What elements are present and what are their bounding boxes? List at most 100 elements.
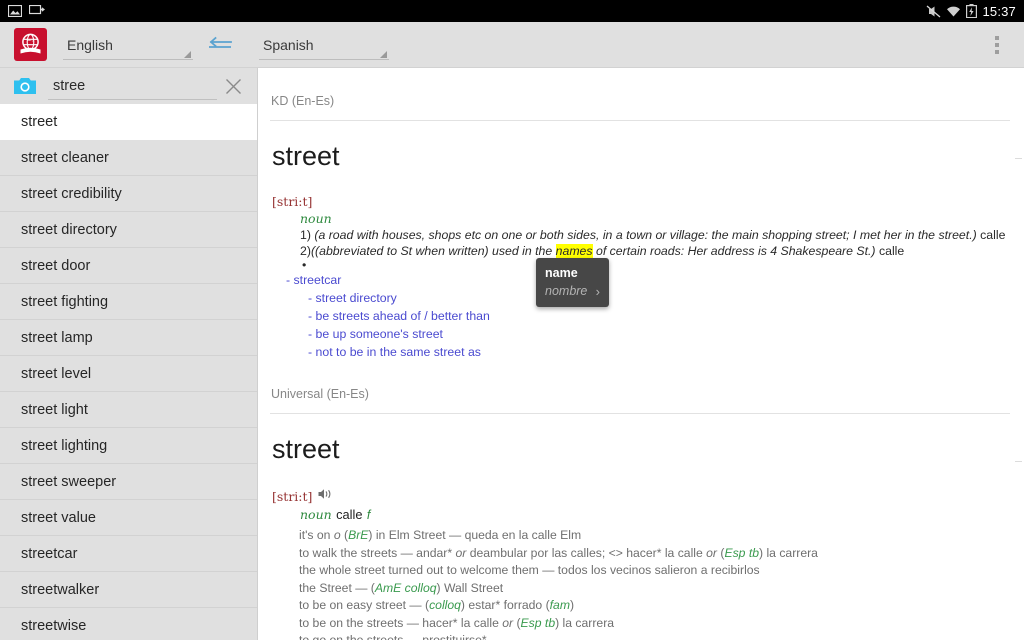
- list-item-label: streetwalker: [21, 582, 99, 598]
- cross-reference-link[interactable]: - streetcar: [270, 271, 1010, 289]
- swap-languages-button[interactable]: [203, 28, 237, 62]
- example-item: to go on the streets — prostituirse*: [299, 632, 1010, 640]
- target-language-label: Spanish: [259, 37, 314, 53]
- sidebar: stree street street cleaner street credibi…: [0, 68, 258, 640]
- divider: [270, 413, 1010, 414]
- dictionary-entry-universal: Universal (En-Es) street [stri:t] noun c…: [270, 361, 1010, 640]
- list-item-label: street sweeper: [21, 474, 116, 490]
- sense-bullet: •: [286, 259, 1010, 271]
- sense-definition: (a road with houses, shops etc on one or…: [314, 228, 976, 242]
- list-item[interactable]: street value: [0, 500, 257, 536]
- word-translation-popup[interactable]: name nombre ›: [536, 258, 609, 307]
- target-language-underline: [259, 59, 389, 60]
- list-item-label: street level: [21, 366, 91, 382]
- list-item[interactable]: streetcar: [0, 536, 257, 572]
- scroll-tick: [1015, 158, 1022, 159]
- sense-translation: calle: [980, 228, 1005, 242]
- pronunciation-row: [stri:t]: [270, 194, 1010, 209]
- swap-arrows-icon: [207, 36, 233, 54]
- chevron-right-icon[interactable]: ›: [596, 284, 600, 299]
- clear-search-button[interactable]: [219, 72, 247, 100]
- popup-translation-row[interactable]: nombre ›: [545, 283, 600, 299]
- list-item[interactable]: streetwalker: [0, 572, 257, 608]
- phonetic-transcription: [stri:t]: [272, 489, 312, 504]
- list-item[interactable]: street: [0, 104, 257, 140]
- wifi-icon: [946, 5, 961, 18]
- list-item-label: streetwise: [21, 618, 86, 634]
- list-item-label: streetcar: [21, 546, 77, 562]
- cross-reference-link[interactable]: - not to be in the same street as: [270, 343, 1010, 361]
- dictionary-title: KD (En-Es): [270, 94, 1010, 108]
- translation-text: calle: [336, 507, 362, 522]
- list-item[interactable]: street level: [0, 356, 257, 392]
- popup-translation: nombre: [545, 283, 587, 299]
- example-item: to be on easy street — (colloq) estar* f…: [299, 597, 1010, 615]
- list-item[interactable]: street lighting: [0, 428, 257, 464]
- search-bar: stree: [0, 68, 257, 104]
- part-of-speech-label: noun: [300, 211, 332, 226]
- detail-pane[interactable]: KD (En-Es) street [stri:t] noun 1) (a ro…: [258, 68, 1024, 640]
- cross-reference-link[interactable]: - be up someone's street: [270, 325, 1010, 343]
- cross-reference-link[interactable]: - street directory: [270, 289, 1010, 307]
- list-item-label: street light: [21, 402, 88, 418]
- search-input[interactable]: stree: [48, 71, 217, 101]
- workspace: stree street street cleaner street credibi…: [0, 68, 1024, 640]
- divider: [270, 120, 1010, 121]
- part-of-speech: noun: [286, 210, 1010, 228]
- message-icon: [29, 5, 45, 17]
- list-item-label: street lamp: [21, 330, 93, 346]
- list-item[interactable]: street credibility: [0, 176, 257, 212]
- sense-definition-part-a: ((abbreviated to St when written) used i…: [311, 244, 556, 258]
- list-item[interactable]: street door: [0, 248, 257, 284]
- example-item: the whole street turned out to welcome t…: [299, 562, 1010, 580]
- suggestion-list[interactable]: street street cleaner street credibility st…: [0, 104, 257, 640]
- sense-definition-part-b: of certain roads: Her address is 4 Shake…: [593, 244, 876, 258]
- vibrate-muted-icon: [926, 5, 941, 18]
- target-language-select[interactable]: Spanish: [259, 28, 389, 62]
- entry-headword: street: [270, 141, 1010, 172]
- list-item-label: street credibility: [21, 186, 122, 202]
- highlighted-word[interactable]: names: [556, 244, 593, 258]
- cross-reference-link[interactable]: - be streets ahead of / better than: [270, 307, 1010, 325]
- list-item[interactable]: street light: [0, 392, 257, 428]
- overflow-menu-button[interactable]: [980, 25, 1014, 65]
- search-input-value: stree: [48, 78, 85, 94]
- sense-number: 2): [300, 244, 311, 258]
- sense-item: 1) (a road with houses, shops etc on one…: [286, 228, 1010, 244]
- sense-number: 1): [300, 228, 311, 242]
- camera-button[interactable]: [10, 73, 40, 99]
- list-item-label: street lighting: [21, 438, 107, 454]
- app-logo-icon[interactable]: [14, 28, 47, 61]
- example-item: the Street — (AmE colloq) Wall Street: [299, 580, 1010, 598]
- camera-icon: [14, 77, 36, 95]
- android-status-bar: 15:37: [0, 0, 1024, 22]
- pronunciation-row: [stri:t]: [270, 487, 1010, 505]
- example-list: it's on o (BrE) in Elm Street — queda en…: [270, 527, 1010, 640]
- source-language-label: English: [63, 37, 113, 53]
- status-left-icons: [8, 5, 45, 17]
- phonetic-transcription: [stri:t]: [272, 194, 312, 209]
- scroll-tick: [1015, 461, 1022, 462]
- list-item[interactable]: streetwise: [0, 608, 257, 640]
- source-language-select[interactable]: English: [63, 28, 193, 62]
- list-item-label: street cleaner: [21, 150, 109, 166]
- list-item[interactable]: street lamp: [0, 320, 257, 356]
- sense-item: 2)((abbreviated to St when written) used…: [286, 244, 1010, 260]
- popup-word: name: [545, 265, 600, 281]
- chevron-down-icon: [380, 51, 387, 58]
- gender-marker: f: [367, 508, 370, 522]
- source-language-underline: [63, 59, 193, 60]
- list-item[interactable]: street fighting: [0, 284, 257, 320]
- sense-translation: calle: [879, 244, 904, 258]
- dictionary-entry-kd: KD (En-Es) street [stri:t] noun 1) (a ro…: [270, 68, 1010, 361]
- dictionary-title: Universal (En-Es): [270, 387, 1010, 401]
- list-item[interactable]: street directory: [0, 212, 257, 248]
- sense-list: noun 1) (a road with houses, shops etc o…: [270, 210, 1010, 271]
- list-item[interactable]: street sweeper: [0, 464, 257, 500]
- screenshot-icon: [8, 5, 22, 17]
- overflow-dot: [995, 50, 999, 54]
- cross-reference-list[interactable]: - streetcar- street directory- be street…: [270, 271, 1010, 361]
- part-of-speech-label: noun: [300, 507, 332, 522]
- list-item[interactable]: street cleaner: [0, 140, 257, 176]
- speaker-icon[interactable]: [318, 487, 332, 505]
